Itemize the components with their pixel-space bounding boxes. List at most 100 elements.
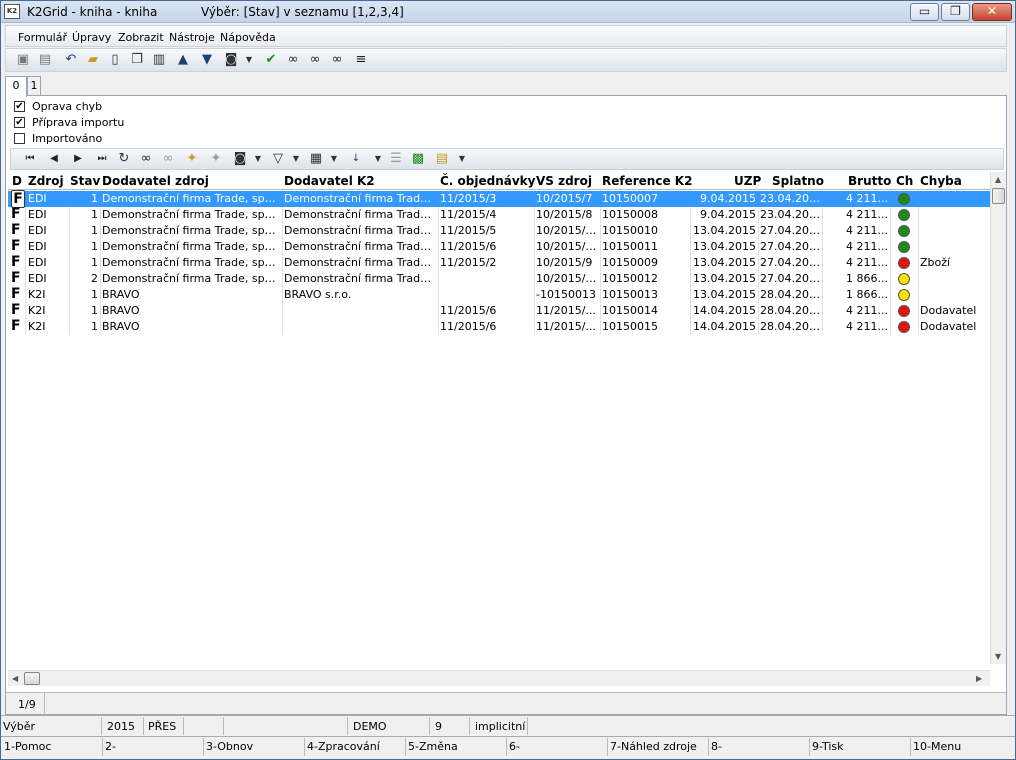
data-grid[interactable]: D Zdroj Stav Dodavatel zdroj Dodavatel K… xyxy=(8,172,990,664)
table-row[interactable]: F EDI 1 Demonstrační firma Trade, spol. s r… xyxy=(8,190,990,208)
cell-dodavatel-zdroj: BRAVO xyxy=(102,320,140,333)
fkey-10-menu[interactable]: 10-Menu xyxy=(913,740,961,753)
cell-d: F xyxy=(11,206,21,222)
binoculars-icon[interactable]: ∞ xyxy=(137,150,155,168)
camera-dropdown-icon[interactable]: ▼ xyxy=(249,150,267,168)
col-header-ch[interactable]: Ch xyxy=(896,174,913,188)
tree-list-disabled-icon[interactable]: ☰ xyxy=(387,150,405,168)
horizontal-scrollbar[interactable]: ◀ ▶ xyxy=(8,670,990,686)
close-button[interactable]: ✕ xyxy=(972,3,1012,21)
binoculars-next-icon[interactable]: ∞ xyxy=(306,51,324,69)
save-icon[interactable]: ▣ xyxy=(14,51,32,69)
camera-icon[interactable]: ◙ xyxy=(222,51,240,69)
report-dropdown-icon[interactable]: ▼ xyxy=(453,150,471,168)
table-row[interactable]: F EDI 1 Demonstrační firma Trade, spol. s r… xyxy=(8,238,990,255)
list-menu-icon[interactable]: ≡ xyxy=(352,51,370,69)
fkey-5-change[interactable]: 5-Změna xyxy=(408,740,458,753)
fkey-8[interactable]: 8- xyxy=(711,740,722,753)
save-close-icon[interactable]: ▤ xyxy=(36,51,54,69)
fkey-9-print[interactable]: 9-Tisk xyxy=(812,740,844,753)
col-header-chyba[interactable]: Chyba xyxy=(920,174,962,188)
col-header-d[interactable]: D xyxy=(12,174,22,188)
new-document-icon[interactable]: ▯ xyxy=(106,51,124,69)
open-folder-icon[interactable]: ▰ xyxy=(84,51,102,69)
checkbox-box[interactable]: ✔ xyxy=(14,117,25,128)
col-header-dodavatel-zdroj[interactable]: Dodavatel zdroj xyxy=(102,174,209,188)
arrow-up-icon[interactable]: ▲ xyxy=(174,51,192,69)
menu-formular[interactable]: Formulář xyxy=(18,31,67,44)
columns-dropdown-icon[interactable]: ▼ xyxy=(325,150,343,168)
minimize-button[interactable]: ▭ xyxy=(910,3,939,21)
scroll-up-icon[interactable]: ▲ xyxy=(995,175,1001,184)
vertical-scroll-thumb[interactable] xyxy=(992,188,1005,204)
menu-napoveda[interactable]: Nápověda xyxy=(220,31,276,44)
col-header-objednavka[interactable]: Č. objednávky xyxy=(440,174,535,188)
table-row[interactable]: F EDI 2 Demonstrační firma Trade, spol. s r… xyxy=(8,270,990,287)
refresh-green-icon[interactable]: ✔ xyxy=(262,51,280,69)
cell-d: F xyxy=(11,270,21,286)
filter-icon[interactable]: ▽ xyxy=(269,150,287,168)
sort-dropdown-icon[interactable]: ▼ xyxy=(369,150,387,168)
book-icon[interactable]: ▥ xyxy=(150,51,168,69)
fkey-2[interactable]: 2- xyxy=(105,740,116,753)
cell-reference-k2: 10150007 xyxy=(602,192,658,205)
tab-1[interactable]: 1 xyxy=(27,76,41,96)
table-row[interactable]: F K2I 1 BRAVO 11/2015/6 11/2015/... 10150014 14… xyxy=(8,302,990,319)
sort-az-icon[interactable]: ↓ xyxy=(347,150,365,168)
table-row[interactable]: F K2I 1 BRAVO BRAVO s.r.o. -10150013 10150013 1… xyxy=(8,286,990,303)
col-header-splatno[interactable]: Splatno xyxy=(772,174,824,188)
menu-zobrazit[interactable]: Zobrazit xyxy=(118,31,164,44)
tab-0[interactable]: 0 xyxy=(5,76,27,97)
excel-export-icon[interactable]: ▩ xyxy=(409,150,427,168)
remove-disabled-icon[interactable]: ✦ xyxy=(207,150,225,168)
table-row[interactable]: F EDI 1 Demonstrační firma Trade, spol. s r… xyxy=(8,206,990,223)
col-header-vs-zdroj[interactable]: VS zdroj xyxy=(536,174,592,188)
table-row[interactable]: F EDI 1 Demonstrační firma Trade, spol. s r… xyxy=(8,254,990,271)
columns-icon[interactable]: ▦ xyxy=(307,150,325,168)
table-row[interactable]: F K2I 1 BRAVO 11/2015/6 11/2015/... 10150015 14… xyxy=(8,318,990,335)
last-record-icon[interactable]: ⏭ xyxy=(93,150,111,168)
report-icon[interactable]: ▤ xyxy=(433,150,451,168)
fkey-1-help[interactable]: 1-Pomoc xyxy=(4,740,51,753)
binoculars-icon[interactable]: ∞ xyxy=(284,51,302,69)
fkey-7-preview-source[interactable]: 7-Náhled zdroje xyxy=(610,740,697,753)
binoculars-disabled-icon[interactable]: ∞ xyxy=(159,150,177,168)
horizontal-scroll-thumb[interactable] xyxy=(24,672,40,685)
col-header-zdroj[interactable]: Zdroj xyxy=(28,174,64,188)
checkbox-box[interactable]: ✔ xyxy=(14,101,25,112)
title-bar[interactable]: K2 K2Grid - kniha - kniha Výběr: [Stav] … xyxy=(1,1,1015,23)
col-header-stav[interactable]: Stav xyxy=(70,174,100,188)
first-record-icon[interactable]: ⏮ xyxy=(21,150,39,168)
checkbox-box[interactable] xyxy=(14,133,25,144)
undo-icon[interactable]: ↶ xyxy=(62,51,80,69)
cell-stav: 1 xyxy=(91,208,98,221)
divider xyxy=(143,717,144,735)
col-header-uzp[interactable]: UZP xyxy=(734,174,761,188)
col-header-dodavatel-k2[interactable]: Dodavatel K2 xyxy=(284,174,375,188)
refresh-document-icon[interactable]: ↻ xyxy=(115,150,133,168)
fkey-4-process[interactable]: 4-Zpracování xyxy=(307,740,380,753)
maximize-button[interactable]: ❐ xyxy=(941,3,970,21)
fkey-3-refresh[interactable]: 3-Obnov xyxy=(206,740,253,753)
cell-reference-k2: 10150008 xyxy=(602,208,658,221)
col-header-brutto[interactable]: Brutto xyxy=(848,174,891,188)
scroll-right-icon[interactable]: ▶ xyxy=(976,674,982,683)
previous-record-icon[interactable]: ◀ xyxy=(45,150,63,168)
scroll-down-icon[interactable]: ▼ xyxy=(995,652,1001,661)
binoculars-filter-icon[interactable]: ∞ xyxy=(328,51,346,69)
camera-dropdown-icon[interactable]: ▼ xyxy=(240,51,258,69)
copy-document-icon[interactable]: ❐ xyxy=(128,51,146,69)
col-header-reference-k2[interactable]: Reference K2 xyxy=(602,174,692,188)
next-record-icon[interactable]: ▶ xyxy=(69,150,87,168)
filter-dropdown-icon[interactable]: ▼ xyxy=(287,150,305,168)
table-row[interactable]: F EDI 1 Demonstrační firma Trade, spol. s r… xyxy=(8,222,990,239)
menu-nastroje[interactable]: Nástroje xyxy=(169,31,215,44)
add-star-icon[interactable]: ✦ xyxy=(183,150,201,168)
vertical-scrollbar[interactable]: ▲ ▼ xyxy=(990,172,1006,664)
menu-upravy[interactable]: Úpravy xyxy=(72,31,111,44)
arrow-down-icon[interactable]: ▼ xyxy=(198,51,216,69)
camera-icon[interactable]: ◙ xyxy=(231,150,249,168)
fkey-6[interactable]: 6- xyxy=(509,740,520,753)
divider xyxy=(809,738,810,756)
scroll-left-icon[interactable]: ◀ xyxy=(12,674,18,683)
